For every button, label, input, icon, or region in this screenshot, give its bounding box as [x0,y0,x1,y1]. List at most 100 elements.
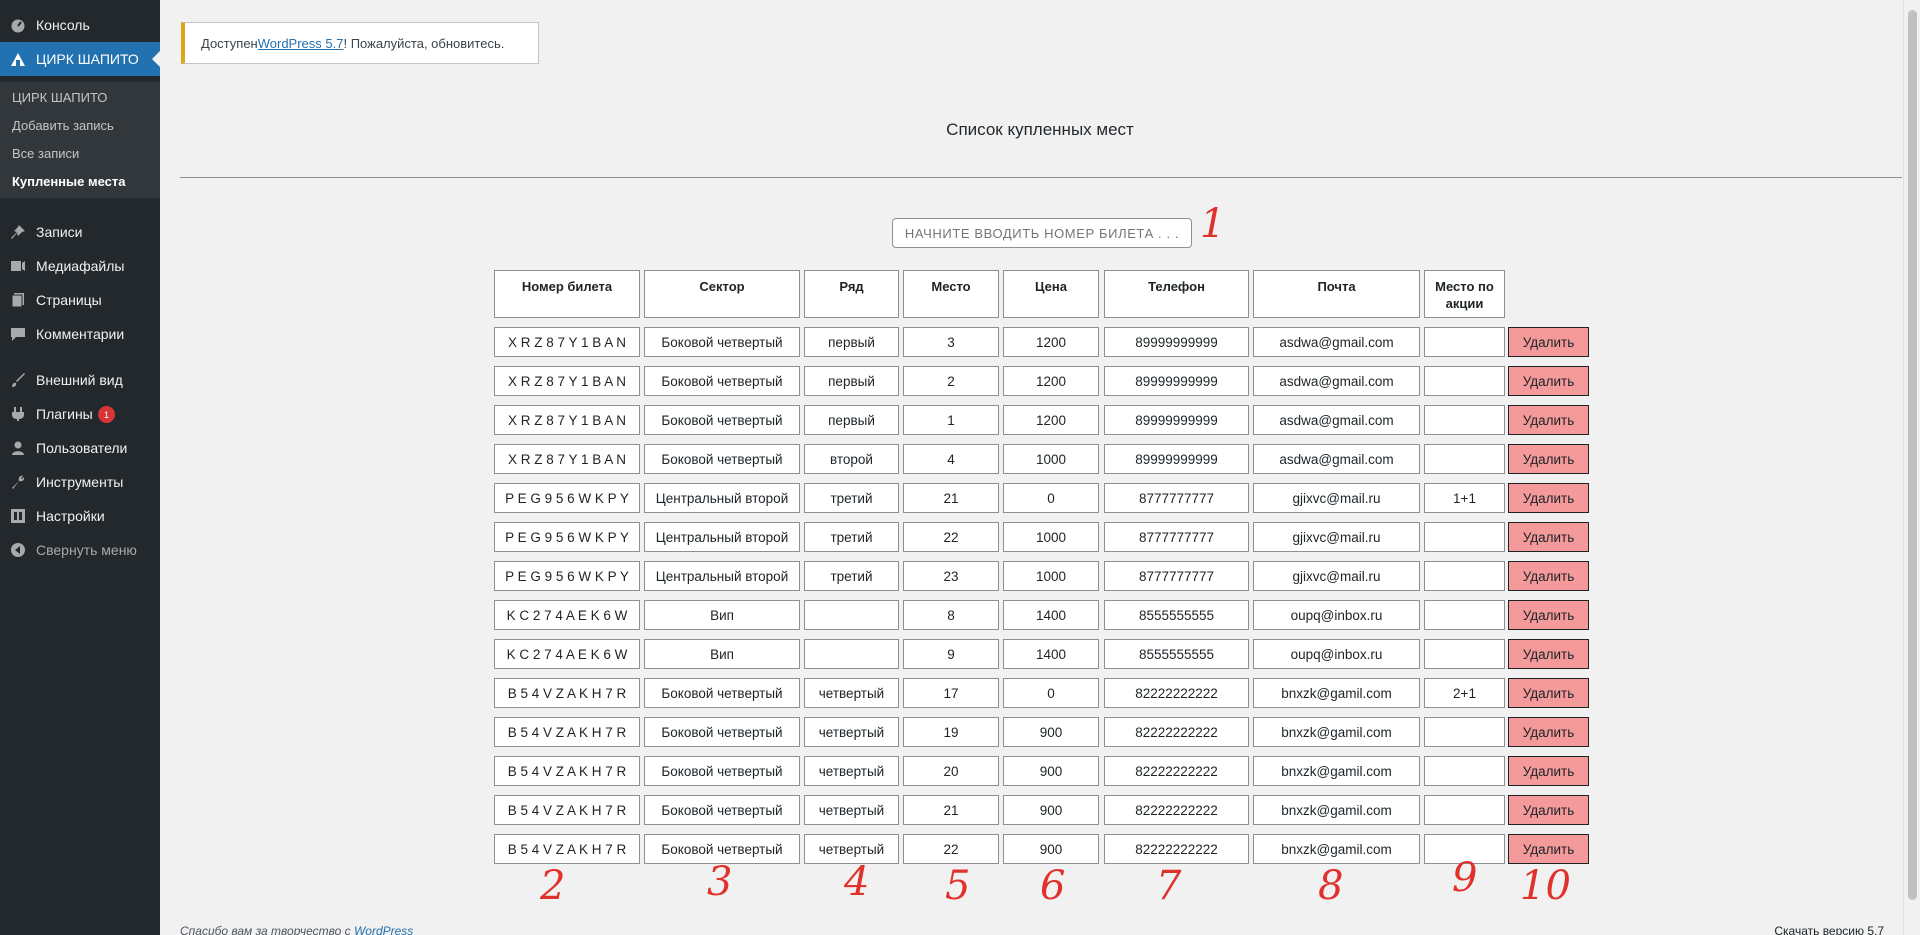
update-link[interactable]: WordPress 5.7 [258,36,344,51]
update-notice: Доступен WordPress 5.7 ! Пожалуйста, обн… [181,22,539,64]
cell-sector: Боковой четвертый [644,678,800,708]
ticket-search-input[interactable] [892,218,1192,248]
notice-suffix: ! Пожалуйста, обновитесь. [343,35,505,51]
cell-sector: Центральный второй [644,561,800,591]
annotation-number: 10 [1520,863,1571,909]
tools-icon [9,473,27,491]
delete-button[interactable]: Удалить [1508,834,1589,864]
sidebar-item-label: Инструменты [36,474,124,490]
cell-ticket: B 5 4 V Z A K H 7 R [494,678,640,708]
delete-button[interactable]: Удалить [1508,366,1589,396]
delete-button[interactable]: Удалить [1508,561,1589,591]
delete-button[interactable]: Удалить [1508,717,1589,747]
page-title: Список купленных мест [946,120,1134,139]
cell-promo: 1+1 [1424,483,1505,513]
cell-seat: 22 [903,522,999,552]
header-seat: Место [903,270,999,318]
cell-phone: 82222222222 [1104,756,1249,786]
cell-promo [1424,600,1505,630]
sidebar-item-brush[interactable]: Внешний вид [0,363,160,397]
cell-seat: 9 [903,639,999,669]
delete-button[interactable]: Удалить [1508,600,1589,630]
delete-button[interactable]: Удалить [1508,795,1589,825]
cell-price: 1200 [1003,327,1099,357]
delete-button[interactable]: Удалить [1508,327,1589,357]
cell-sector: Вип [644,600,800,630]
comments-icon [9,325,27,343]
sidebar-item-label: Внешний вид [36,372,123,388]
sidebar-item-label: ЦИРК ШАПИТО [36,51,139,67]
cell-price: 0 [1003,678,1099,708]
header-row: Ряд [804,270,899,318]
scrollbar[interactable] [1903,0,1920,935]
delete-button[interactable]: Удалить [1508,444,1589,474]
scroll-thumb[interactable] [1908,10,1917,900]
cell-sector: Боковой четвертый [644,444,800,474]
delete-button[interactable]: Удалить [1508,678,1589,708]
annotation-number: 8 [1318,863,1344,909]
cell-email: bnxzk@gamil.com [1253,795,1420,825]
cell-price: 900 [1003,756,1099,786]
sidebar-item-circus[interactable]: ЦИРК ШАПИТО [0,42,160,76]
cell-price: 900 [1003,717,1099,747]
sidebar-item-comments[interactable]: Комментарии [0,317,160,351]
cell-sector: Боковой четвертый [644,795,800,825]
sidebar-item-settings[interactable]: Настройки [0,499,160,533]
sidebar-item-tools[interactable]: Инструменты [0,465,160,499]
delete-button[interactable]: Удалить [1508,405,1589,435]
cell-row: третий [804,522,899,552]
cell-row: первый [804,405,899,435]
annotation-number: 7 [1156,863,1182,909]
annotation-number: 5 [945,863,971,909]
sidebar-item-label: Консоль [36,17,90,33]
media-icon [9,257,27,275]
cell-email: bnxzk@gamil.com [1253,717,1420,747]
header-price: Цена [1003,270,1099,318]
footer-version[interactable]: Скачать версию 5.7 [1774,924,1884,935]
users-icon [9,439,27,457]
cell-sector: Боковой четвертый [644,366,800,396]
sidebar-item-media[interactable]: Медиафайлы [0,249,160,283]
header-sector: Сектор [644,270,800,318]
cell-seat: 4 [903,444,999,474]
footer-text: Спасибо вам за творчество с [180,924,354,935]
delete-button[interactable]: Удалить [1508,756,1589,786]
sidebar-item-dashboard[interactable]: Консоль [0,8,160,42]
cell-ticket: P E G 9 5 6 W K P Y [494,561,640,591]
sidebar-item-collapse[interactable]: Свернуть меню [0,533,160,567]
cell-row [804,639,899,669]
cell-ticket: B 5 4 V Z A K H 7 R [494,795,640,825]
cell-sector: Боковой четвертый [644,756,800,786]
delete-button[interactable]: Удалить [1508,483,1589,513]
cell-email: asdwa@gmail.com [1253,366,1420,396]
cell-price: 1000 [1003,522,1099,552]
submenu-item[interactable]: Купленные места [12,174,125,189]
sidebar-item-plugins[interactable]: Плагины 1 [0,397,160,431]
cell-seat: 1 [903,405,999,435]
brush-icon [9,371,27,389]
divider [180,177,1902,178]
delete-button[interactable]: Удалить [1508,639,1589,669]
plugins-icon [9,405,27,423]
delete-button[interactable]: Удалить [1508,522,1589,552]
cell-email: gjixvc@mail.ru [1253,522,1420,552]
cell-price: 1000 [1003,561,1099,591]
header-phone: Телефон [1104,270,1249,318]
cell-row: четвертый [804,795,899,825]
sidebar-item-pin[interactable]: Записи [0,215,160,249]
cell-seat: 20 [903,756,999,786]
submenu-item[interactable]: Добавить запись [12,118,114,133]
annotation-number: 9 [1452,855,1478,901]
sidebar-item-pages[interactable]: Страницы [0,283,160,317]
cell-phone: 8777777777 [1104,561,1249,591]
submenu-item[interactable]: ЦИРК ШАПИТО [12,90,107,105]
cell-phone: 8777777777 [1104,522,1249,552]
sidebar-item-label: Страницы [36,292,102,308]
submenu-item[interactable]: Все записи [12,146,79,161]
cell-seat: 21 [903,795,999,825]
sidebar-item-users[interactable]: Пользователи [0,431,160,465]
cell-phone: 89999999999 [1104,405,1249,435]
sidebar-item-label: Свернуть меню [36,542,137,558]
wordpress-link[interactable]: WordPress [354,924,413,935]
cell-ticket: P E G 9 5 6 W K P Y [494,522,640,552]
